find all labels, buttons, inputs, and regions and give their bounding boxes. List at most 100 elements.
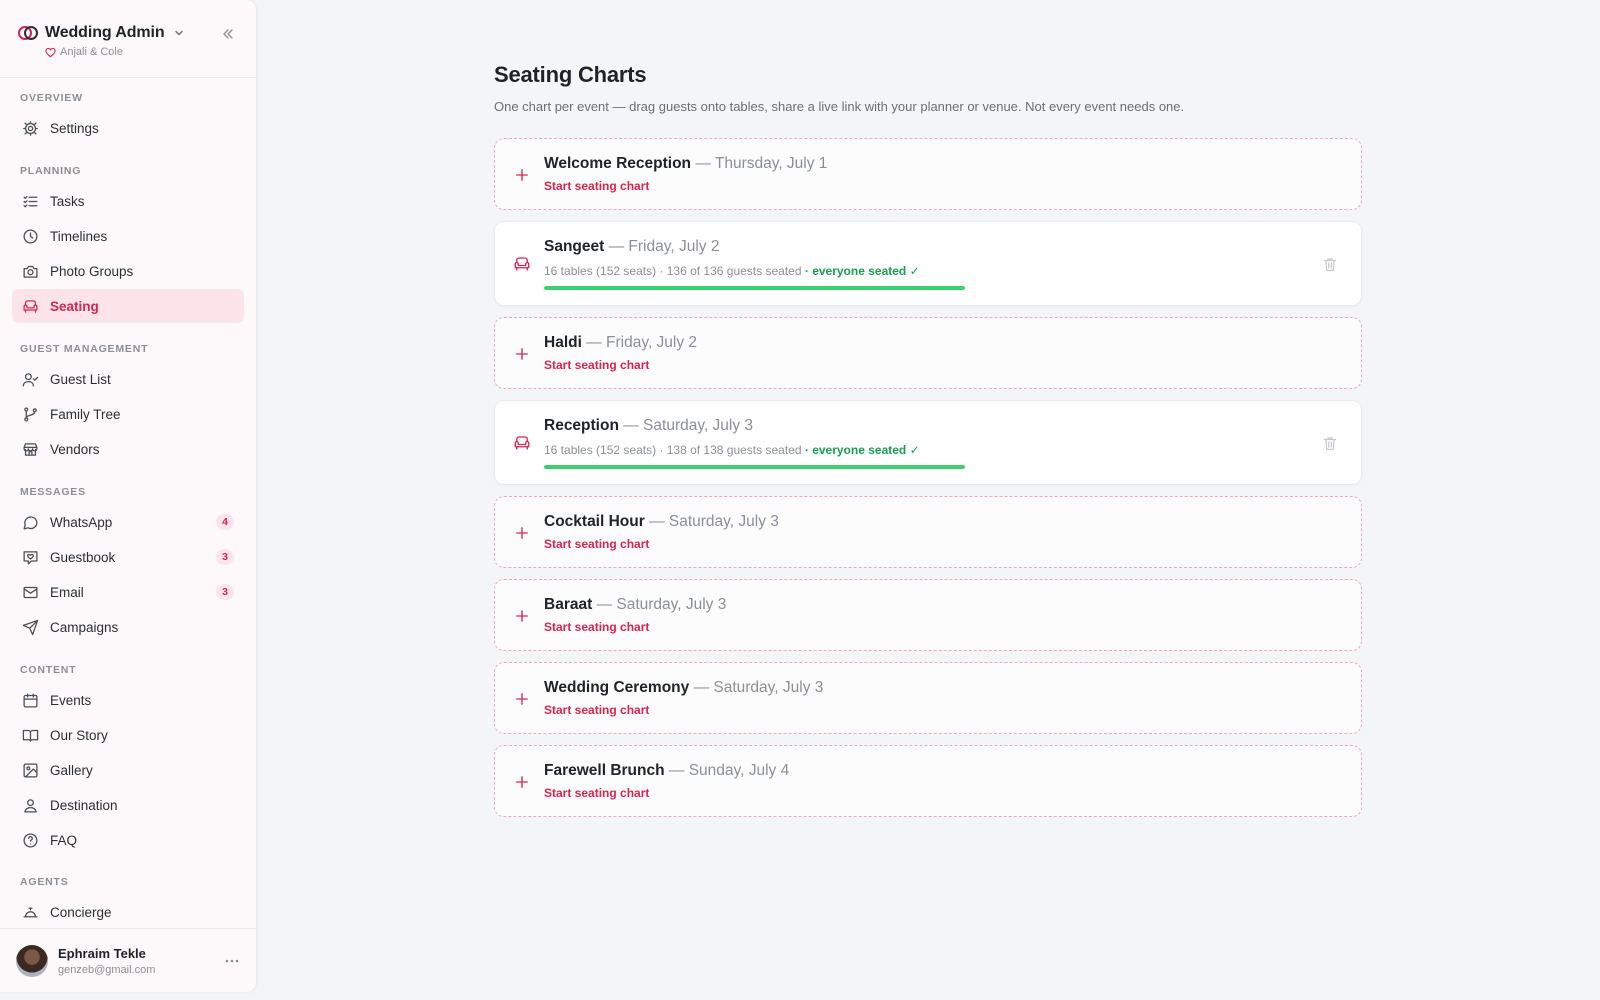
help-circle-icon [23, 832, 38, 848]
gear-icon [23, 120, 38, 136]
armchair-icon [23, 299, 38, 313]
mail-icon [23, 586, 38, 598]
event-title: Welcome Reception — Thursday, July 1 [544, 155, 1291, 173]
unread-count-badge: 4 [216, 514, 234, 530]
sidebar-item-photo-groups[interactable]: Photo Groups [12, 254, 244, 288]
sidebar-item-vendors[interactable]: Vendors [12, 432, 244, 466]
seating-status: · everyone seated ✓ [804, 264, 920, 278]
user-profile[interactable]: Ephraim Tekle genzeb@gmail.com [0, 928, 256, 992]
sidebar-item-email[interactable]: Email 3 [12, 575, 244, 609]
camera-icon [23, 265, 38, 278]
start-seating-chart-link[interactable]: Start seating chart [544, 703, 649, 717]
seating-stats: 16 tables (152 seats) · 136 of 136 guest… [544, 264, 1291, 278]
sidebar-item-our-story[interactable]: Our Story [12, 718, 244, 752]
event-card-no-chart[interactable]: Haldi — Friday, July 2 Start seating char… [494, 317, 1362, 389]
sidebar-item-label: Email [50, 584, 84, 600]
start-seating-chart-link[interactable]: Start seating chart [544, 358, 649, 372]
event-title: Reception — Saturday, July 3 [544, 417, 1291, 435]
sidebar-item-timelines[interactable]: Timelines [12, 219, 244, 253]
sidebar-item-guest-list[interactable]: Guest List [12, 362, 244, 396]
sidebar-item-concierge[interactable]: Concierge [12, 895, 244, 929]
start-seating-chart-link[interactable]: Start seating chart [544, 620, 649, 634]
event-date: — Saturday, July 3 [623, 417, 754, 434]
event-date: — Saturday, July 3 [649, 513, 779, 530]
brand-header: Wedding Admin Anjali & Cole [0, 0, 256, 78]
brand-title[interactable]: Wedding Admin [45, 24, 165, 42]
event-name: Farewell Brunch [544, 762, 665, 779]
send-icon [22, 619, 39, 635]
event-card-no-chart[interactable]: Cocktail Hour — Saturday, July 3 Start se… [494, 496, 1362, 568]
avatar [16, 944, 48, 977]
git-branch-icon [24, 406, 37, 422]
seating-progress-bar [544, 286, 965, 290]
event-card-no-chart[interactable]: Baraat — Saturday, July 3 Start seating c… [494, 579, 1362, 651]
collapse-sidebar-icon[interactable] [220, 26, 236, 42]
sidebar-item-gallery[interactable]: Gallery [12, 753, 244, 787]
sidebar: Wedding Admin Anjali & Cole Overview Sett… [0, 0, 256, 992]
seating-chart-card[interactable]: Reception — Saturday, July 3 16 tables (1… [494, 400, 1362, 485]
plus-icon[interactable] [513, 345, 531, 363]
sidebar-item-tasks[interactable]: Tasks [12, 184, 244, 218]
plus-icon[interactable] [513, 524, 531, 542]
nav-section-label: Agents [20, 876, 69, 888]
map-pin-user-icon [24, 798, 37, 813]
event-title: Cocktail Hour — Saturday, July 3 [544, 513, 1291, 531]
event-title: Baraat — Saturday, July 3 [544, 596, 1291, 614]
event-name: Baraat [544, 596, 593, 613]
unread-count-badge: 3 [216, 549, 234, 565]
checklist-icon [23, 195, 38, 207]
chevron-down-icon[interactable] [174, 28, 184, 38]
sidebar-item-campaigns[interactable]: Campaigns [12, 610, 244, 644]
sidebar-item-label: Family Tree [50, 406, 121, 422]
user-check-icon [22, 372, 39, 387]
event-title: Wedding Ceremony — Saturday, July 3 [544, 679, 1291, 697]
plus-icon[interactable] [513, 773, 531, 791]
more-horizontal-icon[interactable] [224, 953, 240, 969]
trash-icon[interactable] [1323, 436, 1337, 451]
event-date: — Friday, July 2 [608, 238, 720, 255]
sidebar-item-guestbook[interactable]: Guestbook 3 [12, 540, 244, 574]
event-card-no-chart[interactable]: Farewell Brunch — Sunday, July 4 Start se… [494, 745, 1362, 817]
sidebar-item-whatsapp[interactable]: WhatsApp 4 [12, 505, 244, 539]
sidebar-item-events[interactable]: Events [12, 683, 244, 717]
calendar-icon [23, 692, 38, 708]
page-title: Seating Charts [494, 62, 647, 87]
seating-chart-card[interactable]: Sangeet — Friday, July 2 16 tables (152 s… [494, 221, 1362, 306]
start-seating-chart-link[interactable]: Start seating chart [544, 786, 649, 800]
chat-bubble-icon [23, 515, 38, 530]
nav-section-label: Overview [20, 92, 83, 104]
sidebar-item-label: Settings [50, 120, 99, 136]
seating-progress-fill [544, 286, 965, 290]
page-description: One chart per event — drag guests onto t… [494, 99, 1185, 114]
sidebar-item-label: FAQ [50, 832, 78, 848]
plus-icon[interactable] [513, 607, 531, 625]
nav-section-label: Messages [20, 486, 86, 498]
sidebar-item-faq[interactable]: FAQ [12, 823, 244, 857]
clock-icon [23, 228, 38, 244]
start-seating-chart-link[interactable]: Start seating chart [544, 537, 649, 551]
sidebar-item-label: Campaigns [50, 619, 119, 635]
sidebar-item-label: Events [50, 692, 92, 708]
seating-progress-fill [544, 465, 965, 469]
sidebar-item-label: Seating [50, 298, 99, 314]
nav-section-label: Guest Management [20, 343, 149, 355]
sidebar-item-seating[interactable]: Seating [12, 289, 244, 323]
sidebar-item-label: Our Story [50, 727, 108, 743]
event-card-no-chart[interactable]: Wedding Ceremony — Saturday, July 3 Start… [494, 662, 1362, 734]
heart-message-icon [23, 550, 38, 565]
start-seating-chart-link[interactable]: Start seating chart [544, 179, 649, 193]
user-email: genzeb@gmail.com [58, 963, 156, 976]
event-card-no-chart[interactable]: Welcome Reception — Thursday, July 1 Star… [494, 138, 1362, 210]
trash-icon[interactable] [1323, 257, 1337, 272]
book-icon [22, 729, 39, 742]
event-name: Cocktail Hour [544, 513, 645, 530]
nav-section-label: Planning [20, 165, 82, 177]
plus-icon[interactable] [513, 166, 531, 184]
sidebar-item-family-tree[interactable]: Family Tree [12, 397, 244, 431]
nav-section-label: Content [20, 664, 77, 676]
plus-icon[interactable] [513, 690, 531, 708]
sidebar-item-destination[interactable]: Destination [12, 788, 244, 822]
sidebar-item-settings[interactable]: Settings [12, 111, 244, 145]
seating-status: · everyone seated ✓ [804, 443, 920, 457]
event-title: Farewell Brunch — Sunday, July 4 [544, 762, 1291, 780]
